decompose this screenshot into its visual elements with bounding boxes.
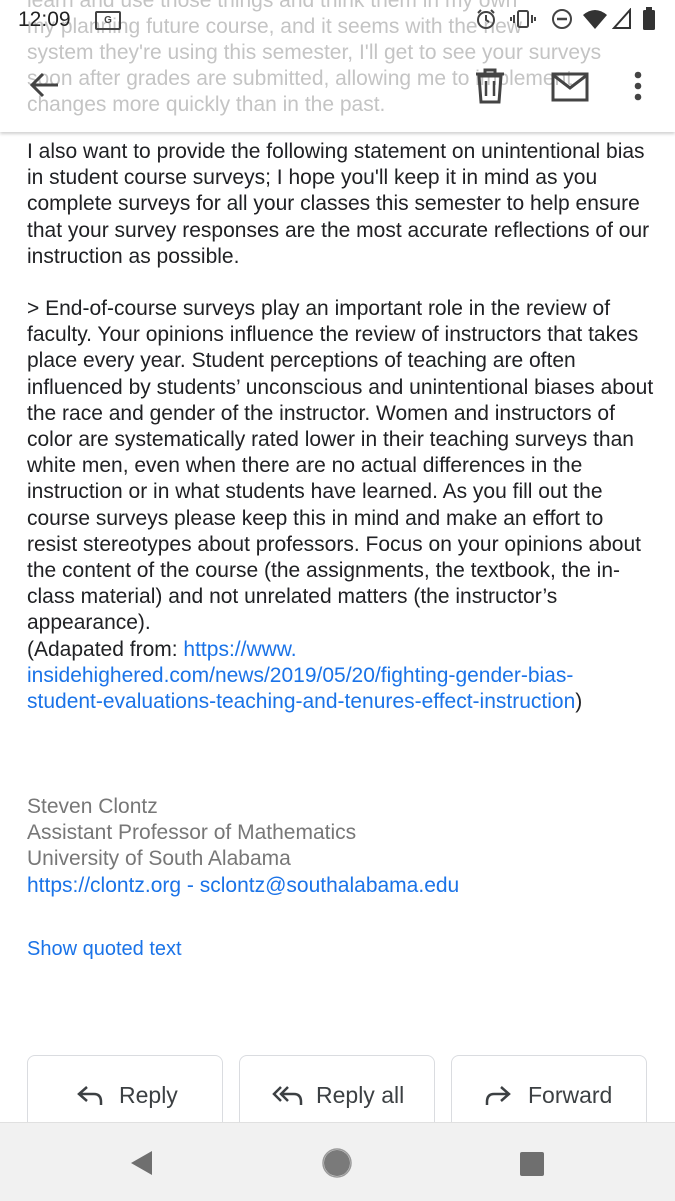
home-nav-icon[interactable] <box>322 1148 352 1178</box>
quoted-statement: > End-of-course surveys play an importan… <box>27 296 657 715</box>
signature-name: Steven Clontz <box>27 795 158 818</box>
reply-all-label: Reply all <box>316 1082 405 1108</box>
signature-links: https://clontz.org - sclontz@southalabam… <box>27 873 647 899</box>
email-link[interactable]: sclontz@southalabama.edu <box>200 874 459 897</box>
source-link-line2: insidehighered.com/news/2019/05/20/fight… <box>27 663 574 687</box>
recents-nav-icon[interactable] <box>519 1151 545 1177</box>
reply-label: Reply <box>119 1082 178 1108</box>
cell-signal-icon <box>612 8 631 29</box>
status-bar: 12:09 G <box>0 0 675 40</box>
back-nav-icon[interactable] <box>128 1149 154 1177</box>
adapted-suffix: ) <box>575 690 583 714</box>
show-quoted-text-link[interactable]: Show quoted text <box>27 938 182 961</box>
vibrate-icon <box>510 10 536 28</box>
navigation-bar <box>0 1122 675 1201</box>
reply-icon <box>77 1086 103 1105</box>
body-paragraph: I also want to provide the following sta… <box>27 140 650 268</box>
do-not-disturb-icon <box>552 9 572 29</box>
forward-label: Forward <box>528 1082 613 1108</box>
forward-icon <box>485 1086 511 1105</box>
signature-org: University of South Alabama <box>27 847 291 871</box>
website-link[interactable]: https://clontz.org <box>27 874 181 897</box>
link-separator: - <box>181 873 200 897</box>
source-link-line3: student-evaluations-teaching-and-tenures… <box>27 690 576 714</box>
battery-icon <box>643 7 655 30</box>
notification-badge: G <box>95 11 121 30</box>
alarm-icon <box>477 9 495 29</box>
email-body: I also want to provide the following sta… <box>27 139 657 741</box>
reply-all-icon <box>272 1086 303 1105</box>
wifi-icon <box>583 10 607 29</box>
trash-icon[interactable] <box>474 68 506 104</box>
more-vert-icon[interactable] <box>632 70 644 102</box>
envelope-icon[interactable] <box>551 72 589 102</box>
quote-text: > End-of-course surveys play an importan… <box>27 297 654 635</box>
source-link-line1: https://www. <box>183 637 297 661</box>
app-bar: learn and use those things and think the… <box>0 0 675 132</box>
back-arrow-icon[interactable] <box>28 68 62 102</box>
signature: Steven Clontz Assistant Professor of Mat… <box>27 794 647 899</box>
signature-title: Assistant Professor of Mathematics <box>27 821 357 845</box>
status-time: 12:09 <box>18 8 71 31</box>
adapted-prefix: (Adapated from: <box>27 637 184 661</box>
